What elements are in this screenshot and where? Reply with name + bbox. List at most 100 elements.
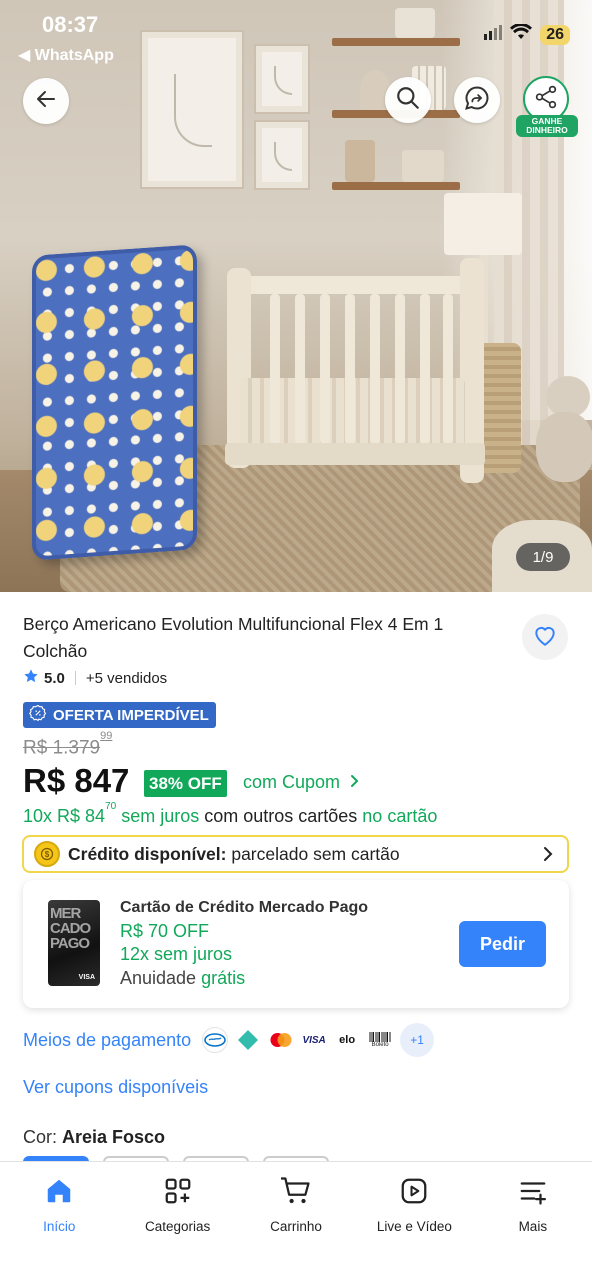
image-counter: 1/9: [516, 543, 570, 571]
lamp: [444, 193, 522, 255]
heart-icon: [532, 623, 558, 652]
cart-icon: [279, 1176, 313, 1211]
current-price: R$ 847: [23, 762, 130, 799]
nav-carrinho[interactable]: Carrinho: [237, 1162, 355, 1280]
card-print: MER CADO PAGO: [50, 905, 91, 952]
share-icon: [533, 84, 559, 115]
installments-other: com outros cartões: [199, 806, 363, 826]
boleto-icon: Boleto: [367, 1027, 394, 1053]
share-earn-button[interactable]: GANHE DINHEIRO: [516, 76, 578, 137]
installments-amount: 10x R$ 84: [23, 806, 106, 826]
old-price-value: R$ 1.379: [23, 737, 101, 759]
play-icon: [399, 1176, 429, 1211]
whatsapp-share-button[interactable]: [454, 77, 500, 123]
wall-shelf: [332, 182, 460, 190]
battery-indicator: 26: [540, 24, 570, 45]
nav-inicio[interactable]: Início: [0, 1162, 118, 1280]
wall-frame: [256, 46, 308, 112]
arrow-left-icon: [34, 87, 58, 116]
chevron-right-icon: [543, 846, 553, 867]
offer-badge: OFERTA IMPERDÍVEL: [23, 702, 216, 728]
credit-card-offer: MER CADO PAGO VISA Cartão de Crédito Mer…: [23, 880, 569, 1008]
view-coupons-link[interactable]: Ver cupons disponíveis: [23, 1077, 208, 1098]
whatsapp-icon: [463, 84, 491, 117]
pix-icon: [235, 1027, 262, 1053]
credit-label: Crédito disponível:: [68, 843, 227, 864]
product-title: Berço Americano Evolution Multifuncional…: [23, 614, 444, 661]
wall-frame: [256, 122, 308, 188]
mercado-pago-icon: [202, 1027, 229, 1053]
divider: [74, 671, 76, 685]
sold-count: +5 vendidos: [85, 669, 168, 687]
discount-badge: 38% OFF: [144, 770, 227, 797]
nav-label: Início: [43, 1219, 76, 1234]
nav-label: Mais: [518, 1219, 548, 1234]
installments-suffix: no cartão: [362, 806, 438, 826]
mattress: [32, 244, 197, 561]
status-time: 08:37: [42, 12, 99, 37]
old-price-cents: 99: [100, 730, 113, 742]
favorite-button[interactable]: [522, 614, 568, 660]
menu-plus-icon: [518, 1176, 548, 1211]
earn-money-badge: GANHE DINHEIRO: [516, 115, 578, 137]
back-button[interactable]: [23, 78, 69, 124]
annual-prefix: Anuidade: [120, 967, 202, 988]
search-button[interactable]: [385, 77, 431, 123]
elo-icon: elo: [334, 1027, 361, 1053]
installments-cents: 70: [105, 801, 117, 812]
shelf-toy: [402, 150, 444, 182]
nav-categorias[interactable]: Categorias: [118, 1162, 236, 1280]
coin-icon: $: [34, 841, 60, 867]
wifi-icon: [510, 23, 533, 45]
rating-row[interactable]: 5.0 +5 vendidos: [23, 668, 167, 688]
discount-seal-icon: [29, 704, 47, 726]
chevron-right-icon: [350, 772, 360, 793]
more-payment-methods[interactable]: +1: [400, 1023, 435, 1057]
coupon-link[interactable]: com Cupom: [243, 772, 360, 793]
offer-badge-label: OFERTA IMPERDÍVEL: [53, 706, 209, 724]
credit-card-image: MER CADO PAGO VISA: [48, 900, 100, 986]
nav-label: Carrinho: [270, 1219, 322, 1234]
card-offer-text: Cartão de Crédito Mercado Pago R$ 70 OFF…: [120, 896, 368, 990]
card-offer-discount: R$ 70 OFF: [120, 920, 210, 941]
color-value: Areia Fosco: [62, 1127, 166, 1147]
status-icons: 26: [484, 23, 570, 45]
categories-icon: [163, 1176, 193, 1211]
credit-text: parcelado sem cartão: [226, 843, 400, 864]
wall-frame: [142, 32, 242, 187]
nav-label: Live e Vídeo: [376, 1219, 452, 1234]
nav-mais[interactable]: Mais: [474, 1162, 592, 1280]
wall-shelf: [332, 38, 460, 46]
payment-methods-row[interactable]: Meios de pagamento VISA elo Boleto +1: [23, 1023, 435, 1057]
credit-available-banner[interactable]: $ Crédito disponível: parcelado sem cart…: [22, 835, 569, 873]
shelf-decor: [395, 8, 435, 38]
home-icon: [44, 1176, 74, 1211]
nav-live-video[interactable]: Live e Vídeo: [355, 1162, 473, 1280]
payment-methods-label: Meios de pagamento: [23, 1029, 192, 1050]
old-price: R$ 1.37999: [23, 730, 112, 759]
shelf-decor: [345, 140, 375, 182]
request-card-button[interactable]: Pedir: [459, 921, 546, 967]
search-icon: [395, 85, 421, 116]
installments-nointerest: sem juros: [116, 806, 200, 826]
back-to-whatsapp[interactable]: ◀ WhatsApp: [18, 45, 114, 65]
card-offer-title: Cartão de Crédito Mercado Pago: [120, 899, 369, 916]
annual-value: grátis: [201, 967, 246, 988]
color-selector-label: Cor: Areia Fosco: [23, 1127, 165, 1148]
installments-info[interactable]: 10x R$ 8470 sem juros com outros cartões…: [23, 801, 438, 827]
card-offer-annual: Anuidade grátis: [120, 967, 368, 991]
crib: [195, 258, 490, 498]
rating-value: 5.0: [44, 669, 65, 687]
nav-label: Categorias: [144, 1219, 211, 1234]
boleto-label: Boleto: [371, 1042, 389, 1048]
product-image-gallery[interactable]: 08:37 ◀ WhatsApp 26 GANHE DINHEIRO 1/9: [0, 0, 592, 592]
mastercard-icon: [268, 1027, 295, 1053]
card-brand: VISA: [78, 974, 95, 981]
visa-icon: VISA: [301, 1027, 328, 1053]
card-offer-installments: 12x sem juros: [120, 944, 233, 964]
signal-icon: [484, 24, 503, 45]
color-label: Cor:: [23, 1127, 63, 1147]
bottom-navigation: Início Categorias Carrinho Live e Vídeo …: [0, 1161, 592, 1280]
svg-text:$: $: [45, 850, 50, 859]
coupon-label: com Cupom: [243, 772, 341, 792]
